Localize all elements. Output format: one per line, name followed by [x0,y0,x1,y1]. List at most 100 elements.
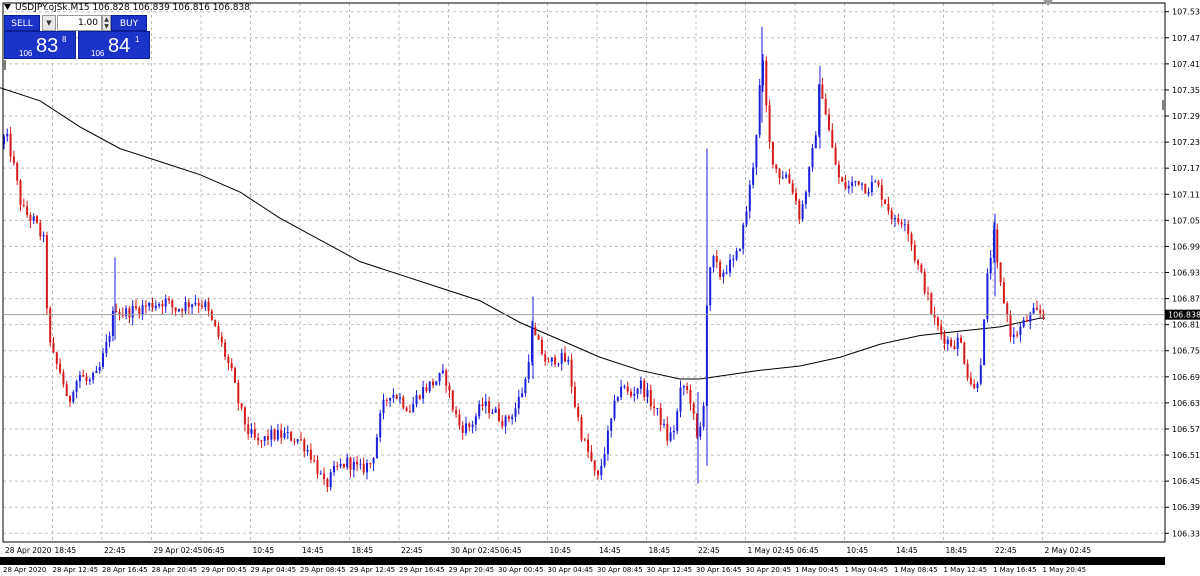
candle-body [554,357,557,365]
candle-body [366,463,368,473]
chart-window[interactable]: 106.838 107.535 107.475 107.415 107.355 107.… [0,0,1200,576]
x-tick-label: 14:45 [896,546,918,555]
candle-body [197,302,200,306]
candle-body [52,342,55,353]
y-tick-label: 107.235 [1172,138,1200,147]
candle-body [448,385,451,391]
candle-body [765,60,768,106]
candle-body [412,404,415,413]
candle-body [375,437,378,459]
candle-body [547,361,550,363]
y-tick-label: 107.055 [1172,216,1200,225]
candle-body [481,404,484,407]
candle-body [824,98,827,115]
candle-body [118,311,121,315]
candle-body [686,386,689,390]
candle-body [309,449,312,460]
sell-price-button[interactable]: 106 83 8 [4,31,76,59]
candle-body [247,424,250,435]
candle-body [966,363,969,378]
candle-body [78,375,81,382]
candle-body [633,393,636,396]
candle-body [352,461,355,470]
candle-body [715,256,718,263]
candle-body [616,397,619,401]
candle-body [491,412,494,414]
candle-body [927,292,929,294]
y-tick-label: 106.575 [1172,425,1200,434]
lot-dropdown-icon[interactable]: ▼ [42,15,56,31]
candle-body [593,460,596,471]
candle-body [1019,326,1022,335]
x-tick-label-bottom: 30 Apr 12:45 [647,566,693,574]
candle-body [227,356,230,364]
candle-body [399,397,401,399]
candle-body [1002,282,1005,304]
candle-body [1022,320,1025,327]
candle-body [606,430,609,454]
candle-body [135,305,137,308]
candle-body [174,307,177,312]
candle-body [775,164,778,169]
y-tick-label: 106.875 [1172,295,1200,304]
candle-body [408,411,411,413]
candle-body [917,260,920,265]
candle-body [313,459,316,461]
price-chart[interactable]: 106.838 107.535 107.475 107.415 107.355 107.… [0,0,1200,576]
candle-body [171,300,174,308]
candle-body [471,424,474,428]
x-tick-label-bottom: 30 Apr 20:45 [746,566,792,574]
x-tick-label-bottom: 1 May 08:45 [894,566,938,574]
x-tick-label: 30 Apr 02:45 [451,546,500,555]
candle-body [488,401,491,414]
x-tick-label-bottom: 30 Apr 08:45 [597,566,643,574]
candle-body [253,429,256,438]
candle-body [745,211,748,225]
candle-body [382,399,385,414]
candle-body [580,417,583,440]
candle-body [976,383,979,388]
candle-body [900,222,903,225]
candle-body [158,304,161,306]
candle-body [42,235,45,237]
candle-body [422,387,425,399]
candle-body [1016,334,1019,336]
lot-spinner-icon[interactable]: ▲ ▼ [102,15,111,31]
candle-body [884,199,887,204]
candle-body [788,174,791,184]
candle-body [894,218,896,220]
candle-body [164,298,167,307]
chart-menu-icon[interactable] [4,4,11,11]
candle-body [445,370,448,386]
candle-body [326,479,329,487]
buy-price-sup: 1 [135,35,140,44]
candle-body [801,204,804,220]
candle-body [712,256,715,268]
sell-button[interactable]: SELL [4,15,40,31]
x-tick-label-bottom: 30 Apr 00:45 [498,566,544,574]
x-tick-label: 18:45 [55,546,77,555]
candle-body [342,463,345,468]
candle-body [451,390,454,410]
x-tick-label: 29 Apr 02:45 [154,546,203,555]
x-tick-label-bottom: 1 May 16:45 [993,566,1037,574]
buy-price-button[interactable]: 106 84 1 [78,31,150,59]
x-tick-label: 10:45 [847,546,869,555]
candle-body [263,436,266,441]
candle-body [319,473,322,475]
buy-button[interactable]: BUY [111,15,147,31]
y-tick-label: 106.755 [1172,347,1200,356]
candle-body [75,381,78,393]
candle-body [62,372,65,385]
candle-body [395,395,398,399]
candle-body [890,210,893,220]
x-tick-label-bottom: 29 Apr 00:45 [201,566,247,574]
x-tick-label-bottom: 30 Apr 04:45 [548,566,594,574]
candle-body [527,361,530,380]
candle-body [748,184,751,212]
candle-body [719,262,722,277]
y-tick-label: 106.455 [1172,477,1200,486]
candle-body [679,387,682,412]
lot-size-input[interactable]: 1.00 [57,15,102,31]
candle-body [191,304,194,308]
